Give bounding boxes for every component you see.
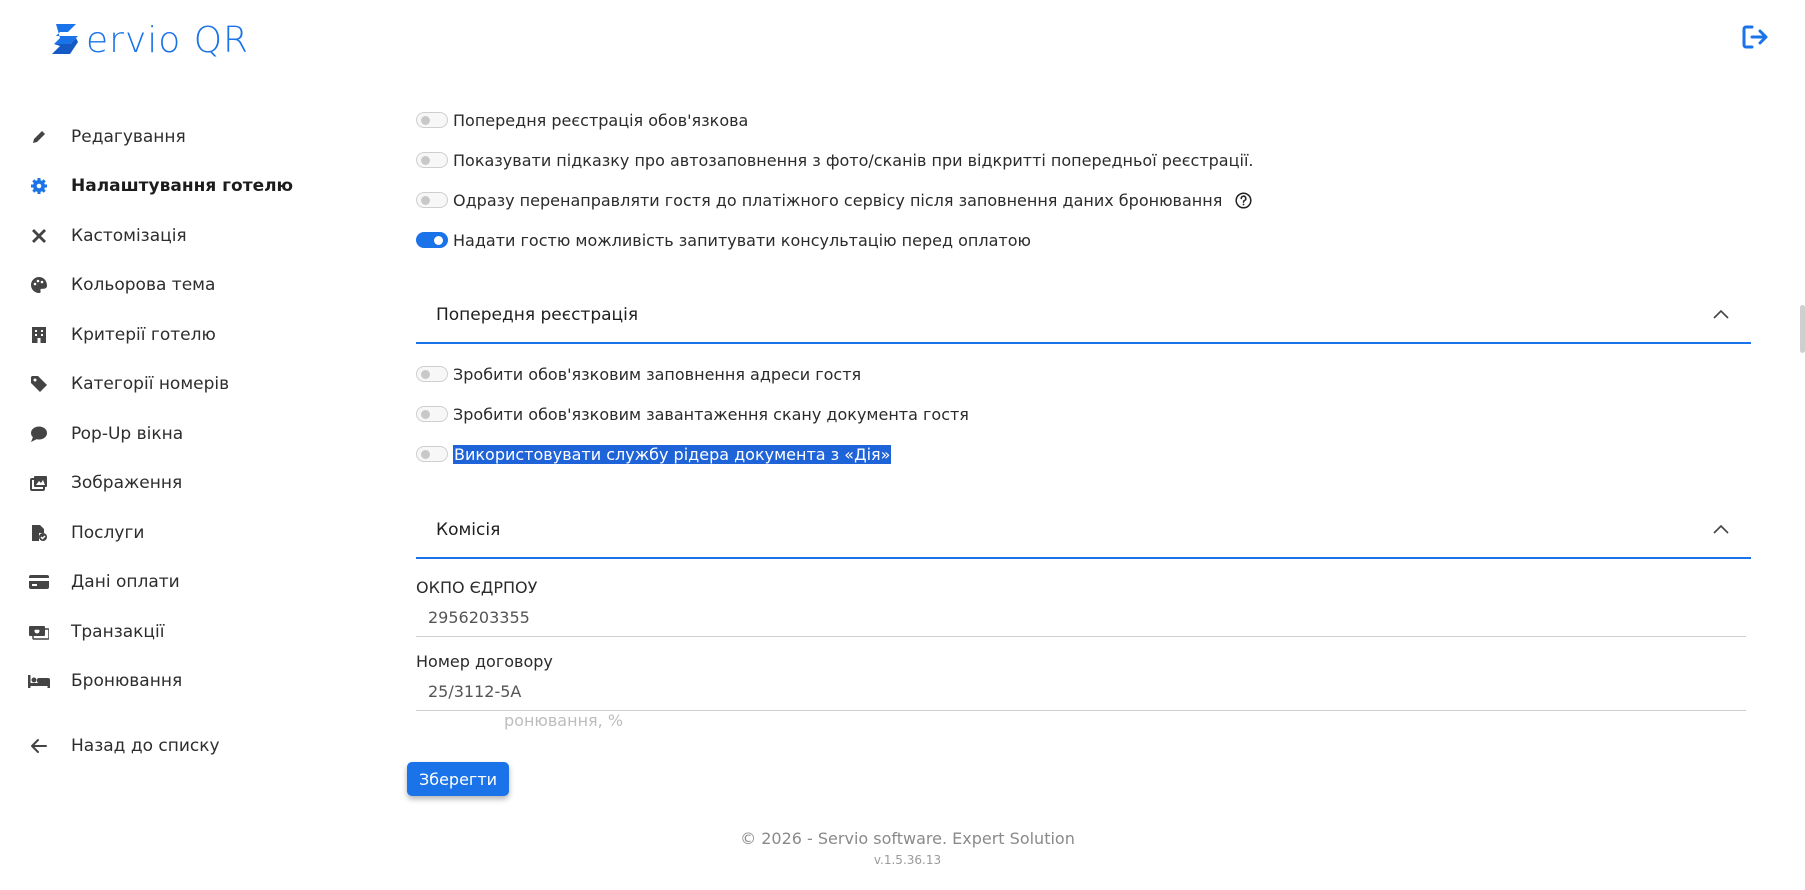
scrollbar-thumb[interactable] xyxy=(1800,305,1805,353)
sidebar-item-label: Кольорова тема xyxy=(71,275,216,296)
sidebar-item-editing[interactable]: Редагування xyxy=(28,112,348,162)
sidebar-item-payment-data[interactable]: Дані оплати xyxy=(28,558,348,608)
toggle-switch[interactable] xyxy=(416,406,448,422)
sidebar-item-color-theme[interactable]: Кольорова тема xyxy=(28,261,348,311)
sidebar-item-label: Критерії готелю xyxy=(71,324,216,345)
sidebar-item-label: Зображення xyxy=(71,473,183,494)
chat-icon xyxy=(28,423,50,445)
sidebar-item-label: Pop-Up вікна xyxy=(71,423,184,444)
chevron-up-icon xyxy=(1713,524,1729,534)
sidebar-item-label: Налаштування готелю xyxy=(71,176,294,197)
toggle-switch[interactable] xyxy=(416,446,448,462)
sidebar-item-label: Бронювання xyxy=(71,671,183,692)
credit-card-icon xyxy=(28,571,50,593)
section-header-commission[interactable]: Комісія xyxy=(416,502,1751,559)
sidebar-item-label: Редагування xyxy=(71,126,186,147)
toggle-row: Зробити обов'язковим заповнення адреси г… xyxy=(416,354,1751,394)
toggle-row: Надати гостю можливість запитувати консу… xyxy=(416,220,1751,260)
sidebar-item-label: Категорії номерів xyxy=(71,374,230,395)
toggle-label: Надати гостю можливість запитувати консу… xyxy=(453,230,1031,250)
footer-version: v.1.5.36.13 xyxy=(873,853,942,867)
logout-button[interactable] xyxy=(1740,22,1770,52)
sidebar-item-room-categories[interactable]: Категорії номерів xyxy=(28,360,348,410)
toggle-label: Показувати підказку про автозаповнення з… xyxy=(453,150,1254,170)
toggle-label: Використовувати службу рідера документа … xyxy=(453,444,892,464)
service-icon xyxy=(28,522,50,544)
logout-icon xyxy=(1742,25,1768,49)
toggle-switch[interactable] xyxy=(416,112,448,128)
back-to-list-label: Назад до списку xyxy=(71,735,220,756)
sidebar-item-bookings[interactable]: Бронювання xyxy=(28,657,348,707)
footer: © 2026 - Servio software. Expert Solutio… xyxy=(0,829,1805,867)
sidebar-item-label: Дані оплати xyxy=(71,572,180,593)
pencil-icon xyxy=(28,126,50,148)
question-circle-icon[interactable] xyxy=(1234,191,1252,209)
sidebar: Редагування Налаштування готелю Кастоміз… xyxy=(28,112,348,771)
toggle-switch[interactable] xyxy=(416,192,448,208)
gear-icon xyxy=(28,175,50,197)
tag-icon xyxy=(28,373,50,395)
sidebar-item-services[interactable]: Послуги xyxy=(28,508,348,558)
sidebar-item-label: Транзакції xyxy=(71,621,165,642)
toggle-switch[interactable] xyxy=(416,232,448,248)
toggle-row: Попередня реєстрація обов'язкова xyxy=(416,100,1751,140)
sidebar-item-popups[interactable]: Pop-Up вікна xyxy=(28,409,348,459)
logo[interactable]: ervio QR xyxy=(46,16,249,64)
sidebar-item-label: Послуги xyxy=(71,522,145,543)
toggle-label: Зробити обов'язковим завантаження скану … xyxy=(453,404,969,424)
sidebar-item-label: Кастомізація xyxy=(71,225,187,246)
main-content: Попередня реєстрація обов'язкова Показув… xyxy=(416,100,1751,730)
toggle-label: Попередня реєстрація обов'язкова xyxy=(453,110,749,130)
toggle-row: Зробити обов'язковим завантаження скану … xyxy=(416,394,1751,434)
toggle-row: Використовувати службу рідера документа … xyxy=(416,434,1751,474)
palette-icon xyxy=(28,274,50,296)
images-icon xyxy=(28,472,50,494)
sidebar-item-customization[interactable]: Кастомізація xyxy=(28,211,348,261)
sidebar-item-hotel-settings[interactable]: Налаштування готелю xyxy=(28,162,348,212)
contract-number-input[interactable] xyxy=(416,673,1746,711)
booking-percent-label-row: ронювання, % xyxy=(416,711,1751,730)
okpo-input[interactable] xyxy=(416,599,1746,637)
contract-number-label: Номер договору xyxy=(416,651,553,671)
logo-text: ervio QR xyxy=(86,19,250,61)
tools-icon xyxy=(28,225,50,247)
arrow-left-icon xyxy=(28,735,50,757)
section-title: Попередня реєстрація xyxy=(436,304,639,325)
toggle-switch[interactable] xyxy=(416,366,448,382)
sidebar-item-images[interactable]: Зображення xyxy=(28,459,348,509)
toggle-row: Одразу перенаправляти гостя до платіжног… xyxy=(416,180,1751,220)
money-icon xyxy=(28,621,50,643)
toggle-switch[interactable] xyxy=(416,152,448,168)
footer-copyright: © 2026 - Servio software. Expert Solutio… xyxy=(740,829,1075,848)
bed-icon xyxy=(28,670,50,692)
save-button[interactable]: Зберегти xyxy=(407,762,509,796)
section-title: Комісія xyxy=(436,519,501,540)
toggle-row: Показувати підказку про автозаповнення з… xyxy=(416,140,1751,180)
chevron-up-icon xyxy=(1713,309,1729,319)
toggle-label: Зробити обов'язковим заповнення адреси г… xyxy=(453,364,862,384)
sidebar-item-transactions[interactable]: Транзакції xyxy=(28,607,348,657)
section-header-pre-registration[interactable]: Попередня реєстрація xyxy=(416,287,1751,344)
building-icon xyxy=(28,324,50,346)
sidebar-item-hotel-criteria[interactable]: Критерії готелю xyxy=(28,310,348,360)
toggle-label: Одразу перенаправляти гостя до платіжног… xyxy=(453,190,1223,210)
back-to-list-link[interactable]: Назад до списку xyxy=(28,721,348,771)
booking-percent-label: ронювання, % xyxy=(504,711,624,730)
logo-mark-icon xyxy=(52,24,78,54)
okpo-label: ОКПО ЄДРПОУ xyxy=(416,577,538,597)
